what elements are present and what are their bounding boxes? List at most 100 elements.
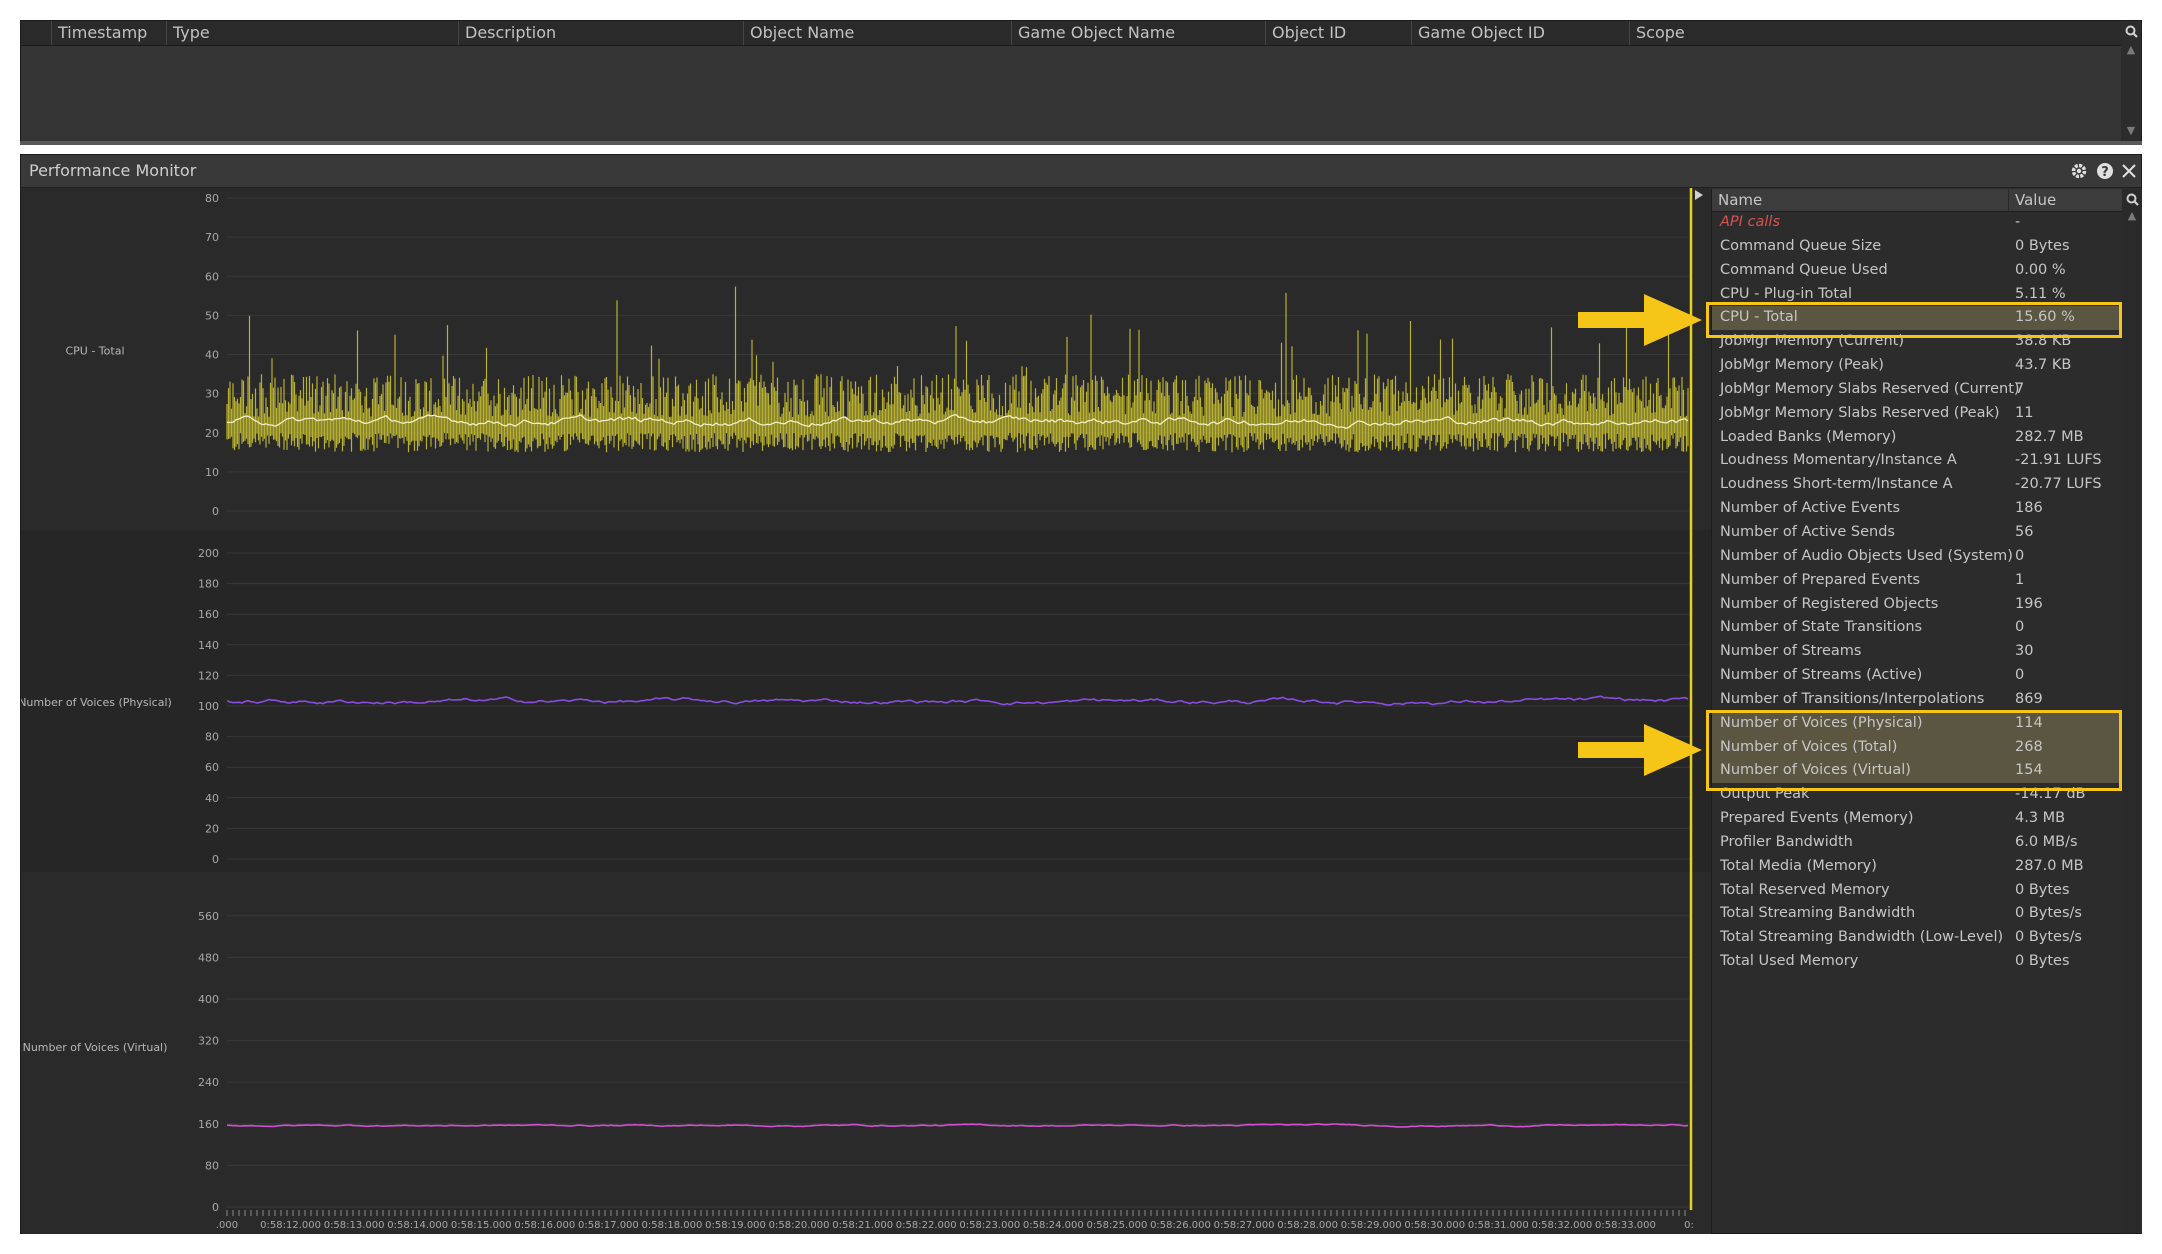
y-tick-label: 10 <box>205 466 219 479</box>
y-tick-label: 0 <box>212 505 219 518</box>
stat-row[interactable]: CPU - Plug-in Total 5.11 % <box>1712 283 2122 307</box>
stat-row[interactable]: Loudness Momentary/Instance A -21.91 LUFS <box>1712 449 2122 473</box>
y-tick-label: 120 <box>198 669 219 682</box>
time-label: 0:58:16.000 <box>514 1220 575 1231</box>
stat-name: Loudness Momentary/Instance A <box>1720 452 1957 469</box>
stat-row[interactable]: Number of State Transitions 0 <box>1712 616 2122 640</box>
stat-row[interactable]: Total Streaming Bandwidth (Low-Level) 0 B… <box>1712 926 2122 950</box>
time-label: 0:58:26.000 <box>1150 1220 1211 1231</box>
stat-row[interactable]: Number of Streams (Active) 0 <box>1712 664 2122 688</box>
stat-row[interactable]: Total Media (Memory) 287.0 MB <box>1712 855 2122 879</box>
stat-row[interactable]: Number of Registered Objects 196 <box>1712 593 2122 617</box>
stat-value: -21.91 LUFS <box>2015 452 2102 469</box>
stat-row[interactable]: CPU - Total 15.60 % <box>1712 306 2122 331</box>
time-label: 0:58:22.000 <box>896 1220 957 1231</box>
y-tick-label: 100 <box>198 700 219 713</box>
stat-value: 287.0 MB <box>2015 857 2084 874</box>
stat-row[interactable]: Total Streaming Bandwidth 0 Bytes/s <box>1712 902 2122 926</box>
graph-background <box>21 188 1711 530</box>
graph-label: CPU - Total <box>65 345 124 358</box>
column-header-description[interactable]: Description <box>458 21 743 45</box>
stat-row[interactable]: JobMgr Memory Slabs Reserved (Current) 7 <box>1712 378 2122 402</box>
stat-value: 0 Bytes/s <box>2015 905 2082 922</box>
stat-name: Number of Transitions/Interpolations <box>1720 690 1985 707</box>
stat-name: Number of Voices (Virtual) <box>1720 762 1911 779</box>
search-icon[interactable] <box>2126 193 2139 206</box>
stat-value: 0 Bytes/s <box>2015 929 2082 946</box>
stat-row[interactable]: Number of Voices (Total) 268 <box>1712 735 2122 760</box>
column-header-object-id[interactable]: Object ID <box>1265 21 1411 45</box>
close-icon[interactable] <box>2119 161 2139 181</box>
stat-row[interactable]: JobMgr Memory (Current) 38.8 KB <box>1712 330 2122 354</box>
stat-row[interactable]: JobMgr Memory Slabs Reserved (Peak) 11 <box>1712 402 2122 426</box>
stat-name: Number of Active Sends <box>1720 523 1895 540</box>
stat-row[interactable]: Total Used Memory 0 Bytes <box>1712 950 2122 974</box>
stat-row[interactable]: Number of Active Sends 56 <box>1712 521 2122 545</box>
performance-graphs[interactable]: CPU - Total80706050403020100Number of Vo… <box>21 188 1711 1234</box>
help-icon[interactable]: ? <box>2095 161 2115 181</box>
time-label: 0: <box>1684 1220 1694 1231</box>
stat-name: Number of Streams (Active) <box>1720 667 1923 684</box>
time-label: 0:58:32.000 <box>1531 1220 1592 1231</box>
panel-splitter[interactable] <box>20 141 2142 145</box>
search-icon[interactable] <box>2125 25 2138 38</box>
stat-row[interactable]: Loudness Short-term/Instance A -20.77 LUF… <box>1712 473 2122 497</box>
time-label: 0:58:33.000 <box>1595 1220 1656 1231</box>
scroll-up-arrow-icon[interactable]: ▲ <box>2121 43 2141 56</box>
stat-row[interactable]: Number of Audio Objects Used (System) 0 <box>1712 545 2122 569</box>
time-label: 0:58:12.000 <box>260 1220 321 1231</box>
performance-monitor-panel: Performance Monitor ? CPU - Total 80 70 60 5… <box>20 154 2142 1234</box>
stat-row[interactable]: Command Queue Size 0 Bytes <box>1712 235 2122 259</box>
stat-row[interactable]: Number of Streams 30 <box>1712 640 2122 664</box>
column-header-timestamp[interactable]: Timestamp <box>51 21 166 45</box>
stat-row[interactable]: Number of Voices (Physical) 114 <box>1712 711 2122 736</box>
column-header-value[interactable]: Value <box>2009 189 2122 211</box>
y-tick-label: 20 <box>205 427 219 440</box>
stat-row[interactable]: Command Queue Used 0.00 % <box>1712 259 2122 283</box>
stat-row[interactable]: Number of Active Events 186 <box>1712 497 2122 521</box>
stat-name: Number of State Transitions <box>1720 619 1923 636</box>
stat-row[interactable]: Loaded Banks (Memory) 282.7 MB <box>1712 426 2122 450</box>
y-tick-label: 80 <box>205 1159 219 1172</box>
stat-row[interactable]: Total Reserved Memory 0 Bytes <box>1712 879 2122 903</box>
stat-row[interactable]: Number of Voices (Virtual) 154 <box>1712 759 2122 784</box>
stat-row[interactable]: Number of Transitions/Interpolations 869 <box>1712 688 2122 712</box>
column-header-object-name[interactable]: Object Name <box>743 21 1011 45</box>
column-header-game-object-id[interactable]: Game Object ID <box>1411 21 1629 45</box>
time-label: 0:58:24.000 <box>1023 1220 1084 1231</box>
stat-row[interactable]: Number of Prepared Events 1 <box>1712 569 2122 593</box>
time-label: 0:58:21.000 <box>832 1220 893 1231</box>
statistics-scrollbar[interactable]: ▲ <box>2122 189 2142 1233</box>
graph-1[interactable]: CPU - Total 80 70 60 50 40 30 20 10 0 <box>21 188 1711 530</box>
stat-row[interactable]: Profiler Bandwidth 6.0 MB/s <box>1712 831 2122 855</box>
column-header-type[interactable]: Type <box>166 21 458 45</box>
column-header-name[interactable]: Name <box>1712 189 2009 211</box>
time-label: 0:58:31.000 <box>1468 1220 1529 1231</box>
time-label: 0:58:13.000 <box>324 1220 385 1231</box>
stat-name: Profiler Bandwidth <box>1720 833 1853 850</box>
scroll-up-arrow-icon[interactable]: ▲ <box>2122 209 2142 222</box>
scroll-down-arrow-icon[interactable]: ▼ <box>2121 124 2141 137</box>
column-header-game-object-name[interactable]: Game Object Name <box>1011 21 1265 45</box>
statistics-panel: Name Value API calls - Command Queue Size 0… <box>1711 189 2142 1233</box>
y-tick-label: 80 <box>205 192 219 205</box>
column-header-scope[interactable]: Scope <box>1629 21 2121 45</box>
capture-log-scrollbar[interactable]: ▲ ▼ <box>2121 21 2141 141</box>
stat-row[interactable]: Prepared Events (Memory) 4.3 MB <box>1712 807 2122 831</box>
stat-row[interactable]: API calls - <box>1712 211 2122 235</box>
y-tick-label: 560 <box>198 910 219 923</box>
graph-3[interactable]: Number of Voices (Virtual) 560 480 400 320 24… <box>21 872 1711 1234</box>
gear-icon[interactable] <box>2069 161 2089 181</box>
graph-2[interactable]: Number of Voices (Physical)2001801601401… <box>21 530 1711 872</box>
stat-name: Number of Audio Objects Used (System) <box>1720 547 2013 564</box>
stat-name: JobMgr Memory Slabs Reserved (Peak) <box>1720 404 2000 421</box>
stat-row[interactable]: Output Peak -14.17 dB <box>1712 783 2122 807</box>
time-label: 0:58:15.000 <box>451 1220 512 1231</box>
y-tick-label: 180 <box>198 578 219 591</box>
stat-row[interactable]: JobMgr Memory (Peak) 43.7 KB <box>1712 354 2122 378</box>
stat-name: CPU - Plug-in Total <box>1720 285 1853 302</box>
time-label: 0:58:19.000 <box>705 1220 766 1231</box>
y-tick-label: 160 <box>198 608 219 621</box>
y-tick-label: 400 <box>198 993 219 1006</box>
stat-value: 186 <box>2015 500 2043 517</box>
